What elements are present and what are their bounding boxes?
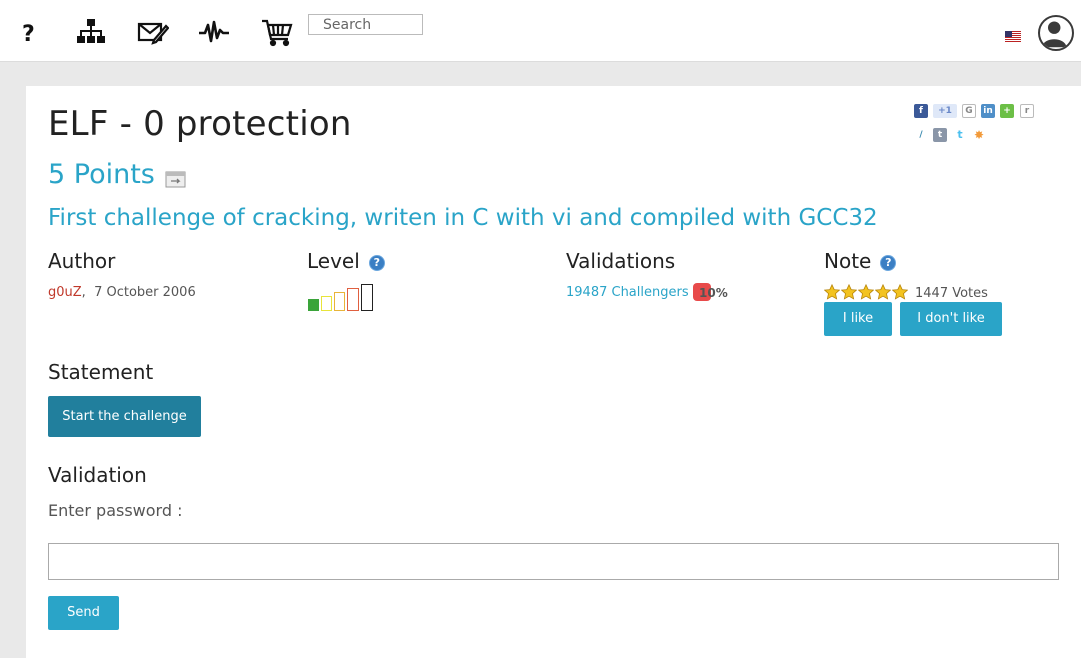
validation-percent: 10% <box>699 286 728 300</box>
level-bar-1 <box>308 299 319 311</box>
password-input[interactable] <box>48 543 1059 580</box>
star-icon[interactable] <box>841 284 857 300</box>
level-bar-2 <box>321 296 332 311</box>
activity-icon[interactable] <box>198 16 230 48</box>
mail-icon[interactable] <box>137 16 170 48</box>
google-plus-icon[interactable]: +1 <box>933 104 957 118</box>
challenge-panel: ELF - 0 protection 5 Points First challe… <box>26 86 1081 658</box>
svg-text:?: ? <box>22 22 35 47</box>
note-heading: Note? <box>824 249 897 273</box>
send-button[interactable]: Send <box>48 596 119 630</box>
page-title: ELF - 0 protection <box>48 104 352 144</box>
challengers-link[interactable]: 19487 Challengers <box>566 285 689 300</box>
password-label: Enter password : <box>48 501 183 520</box>
author-name-link[interactable]: g0uZ <box>48 285 82 300</box>
star-icon[interactable] <box>858 284 874 300</box>
star-icon[interactable] <box>875 284 891 300</box>
level-help-icon[interactable]: ? <box>368 255 385 271</box>
twitter-icon[interactable]: t <box>953 128 967 142</box>
search-input[interactable] <box>308 14 423 35</box>
validations-heading: Validations <box>566 249 676 273</box>
author-heading: Author <box>48 249 116 273</box>
points-info-icon[interactable] <box>165 170 186 188</box>
vote-count: 1447 Votes <box>915 286 988 301</box>
user-avatar-icon[interactable] <box>1038 15 1074 51</box>
reddit-icon[interactable]: r <box>1020 104 1034 118</box>
google-icon[interactable]: G <box>962 104 976 118</box>
dislike-button[interactable]: I don't like <box>900 302 1002 336</box>
like-button[interactable]: I like <box>824 302 892 336</box>
challenge-description: First challenge of cracking, writen in C… <box>48 205 878 231</box>
level-heading: Level? <box>307 249 385 273</box>
cart-icon[interactable] <box>261 16 293 48</box>
statement-heading: Statement <box>48 360 154 384</box>
linkedin-icon[interactable]: in <box>981 104 995 118</box>
validation-heading: Validation <box>48 463 147 487</box>
note-heading-label: Note <box>824 249 872 273</box>
author-separator: , <box>81 285 86 300</box>
delicious-icon[interactable]: / <box>914 128 928 142</box>
level-bar-3 <box>334 292 345 311</box>
author-date: 7 October 2006 <box>94 285 196 300</box>
star-icon[interactable] <box>824 284 840 300</box>
help-icon[interactable]: ? <box>14 16 46 48</box>
challenge-points: 5 Points <box>48 159 155 190</box>
start-challenge-button[interactable]: Start the challenge <box>48 396 201 437</box>
level-heading-label: Level <box>307 249 360 273</box>
add-icon[interactable]: + <box>1000 104 1014 118</box>
top-navigation-bar: ? <box>0 0 1081 62</box>
stumbleupon-icon[interactable]: ✸ <box>972 128 986 142</box>
note-help-icon[interactable]: ? <box>880 255 897 271</box>
star-icon[interactable] <box>892 284 908 300</box>
tumblr-icon[interactable]: t <box>933 128 947 142</box>
facebook-icon[interactable]: f <box>914 104 928 118</box>
level-bar-4 <box>347 288 359 311</box>
us-flag-icon[interactable] <box>1005 27 1021 42</box>
author-info: g0uZ, 7 October 2006 <box>48 285 196 300</box>
sitemap-icon[interactable] <box>75 16 107 48</box>
level-bar-5 <box>361 284 373 311</box>
